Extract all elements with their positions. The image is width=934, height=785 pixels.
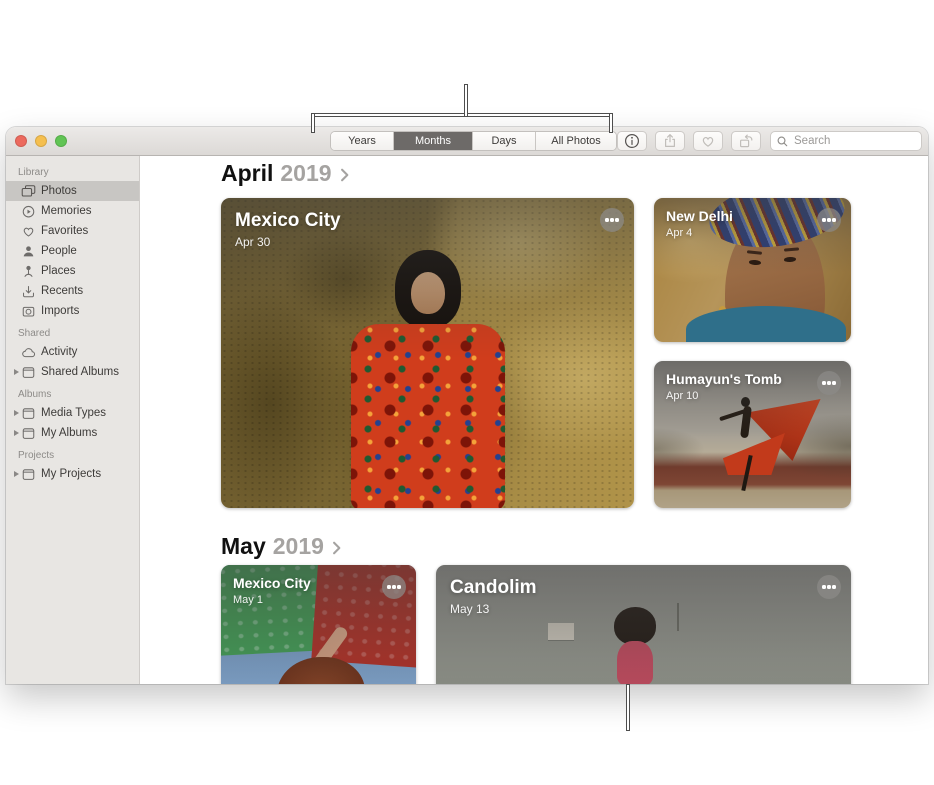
photos-icon [20,183,36,199]
more-options-button[interactable] [817,208,841,232]
sidebar-item-people[interactable]: People [6,241,139,261]
tile-caption: Candolim May 13 [436,565,851,628]
segment-years[interactable]: Years [331,132,394,150]
zoom-button[interactable] [55,135,67,147]
sidebar-item-recents[interactable]: Recents [6,281,139,301]
segment-all-photos[interactable]: All Photos [536,132,616,150]
ellipsis-icon [827,585,830,588]
more-options-button[interactable] [817,371,841,395]
close-button[interactable] [15,135,27,147]
more-options-button[interactable] [382,575,406,599]
minimize-button[interactable] [35,135,47,147]
traffic-lights [15,135,67,147]
cloud-icon [20,344,36,360]
search-field[interactable] [770,131,922,151]
sidebar-item-my-projects[interactable]: My Projects [6,464,139,484]
sidebar-item-media-types[interactable]: Media Types [6,403,139,423]
view-segmented-control: Years Months Days All Photos [330,131,617,151]
share-icon [661,132,679,150]
toolbar: Years Months Days All Photos [6,127,928,156]
sidebar-item-my-albums[interactable]: My Albums [6,423,139,443]
photos-window: Years Months Days All Photos [6,127,928,684]
search-input[interactable] [792,134,916,148]
sidebar-item-imports[interactable]: Imports [6,301,139,321]
month-tile-candolim[interactable]: Candolim May 13 [436,565,851,684]
month-header-april[interactable]: April 2019 [221,160,351,187]
album-icon [20,364,36,380]
search-icon [776,135,789,148]
info-icon [623,132,641,150]
tray-arrow-icon [20,283,36,299]
callout-top-stem [464,84,468,117]
ellipsis-icon [610,218,613,221]
chevron-right-icon [331,541,343,555]
album-icon [20,466,36,482]
disclosure-triangle-icon[interactable] [14,430,19,436]
month-tile-mexico-city-may[interactable]: Mexico City May 1 [221,565,416,684]
more-options-button[interactable] [600,208,624,232]
sidebar: Library Photos [6,156,140,684]
screenshot-canvas: Years Months Days All Photos [0,0,934,785]
disclosure-triangle-icon[interactable] [14,410,19,416]
sidebar-section-albums: Albums [6,382,139,403]
ellipsis-icon [827,381,830,384]
sidebar-item-favorites[interactable]: Favorites [6,221,139,241]
chevron-right-icon [339,168,351,182]
album-icon [20,405,36,421]
callout-bracket-right-tick [609,113,613,133]
callout-bracket-line [311,113,613,117]
sidebar-item-shared-albums[interactable]: Shared Albums [6,362,139,382]
month-header-may[interactable]: May 2019 [221,533,343,560]
pin-icon [20,263,36,279]
info-button[interactable] [617,131,647,151]
camera-icon [20,303,36,319]
heart-icon [20,223,36,239]
month-tile-humayuns-tomb[interactable]: Humayun's Tomb Apr 10 [654,361,851,508]
segment-days[interactable]: Days [473,132,536,150]
ellipsis-icon [827,218,830,221]
month-tile-mexico-city-april[interactable]: Mexico City Apr 30 [221,198,634,508]
person-icon [20,243,36,259]
sidebar-item-activity[interactable]: Activity [6,342,139,362]
sidebar-section-shared: Shared [6,321,139,342]
tile-caption: Mexico City Apr 30 [221,198,634,261]
ellipsis-icon [392,585,395,588]
heart-icon [699,132,717,150]
disclosure-triangle-icon[interactable] [14,369,19,375]
toolbar-buttons [617,131,761,151]
segment-months[interactable]: Months [394,132,473,150]
sidebar-section-projects: Projects [6,443,139,464]
more-options-button[interactable] [817,575,841,599]
memories-icon [20,203,36,219]
sidebar-section-library: Library [6,160,139,181]
favorite-button[interactable] [693,131,723,151]
sidebar-item-places[interactable]: Places [6,261,139,281]
months-grid: April 2019 [140,156,928,684]
callout-bottom-stem [626,684,630,731]
callout-bracket-left-tick [311,113,315,133]
disclosure-triangle-icon[interactable] [14,471,19,477]
window-body: Library Photos [6,156,928,684]
rotate-icon [737,132,755,150]
sidebar-item-photos[interactable]: Photos [6,181,139,201]
share-button[interactable] [655,131,685,151]
sidebar-item-memories[interactable]: Memories [6,201,139,221]
rotate-button[interactable] [731,131,761,151]
month-tile-new-delhi[interactable]: New Delhi Apr 4 [654,198,851,342]
album-icon [20,425,36,441]
